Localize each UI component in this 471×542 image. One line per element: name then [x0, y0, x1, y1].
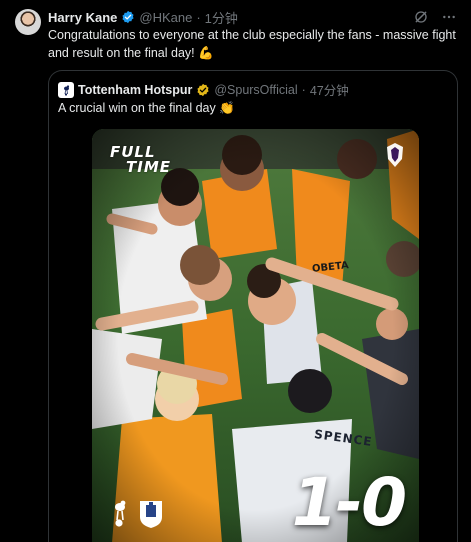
cockerel-icon — [64, 84, 70, 96]
verified-gold-badge-icon[interactable] — [196, 83, 210, 97]
tweet[interactable]: Harry Kane @HKane · 1分钟 Congratulations — [0, 0, 471, 542]
verified-badge-icon[interactable] — [121, 10, 135, 24]
club-crests — [108, 497, 164, 529]
author-name[interactable]: Harry Kane — [48, 10, 117, 25]
tweet-timestamp[interactable]: 1分钟 — [205, 8, 238, 27]
spurs-avatar[interactable] — [58, 81, 74, 98]
more-icon[interactable] — [441, 9, 457, 25]
quoted-tweet-header: Tottenham Hotspur @SpursOfficial · 47分钟 — [58, 80, 349, 99]
quoted-separator-dot: · — [301, 82, 306, 97]
grok-icon[interactable] — [413, 9, 429, 25]
tweet-header: Harry Kane @HKane · 1分钟 — [48, 8, 238, 26]
tottenham-crest-icon — [115, 500, 126, 527]
tweet-text: Congratulations to everyone at the club … — [48, 28, 456, 60]
everton-crest-icon — [140, 501, 162, 528]
quoted-timestamp[interactable]: 47分钟 — [310, 80, 349, 99]
tweet-actions-top — [413, 9, 457, 25]
author-handle[interactable]: @HKane — [139, 10, 192, 25]
quoted-author-handle[interactable]: @SpursOfficial — [214, 83, 297, 97]
full-time-graphic: FULL TIME — [110, 145, 171, 175]
match-score: 1-0 — [291, 464, 407, 541]
premier-league-logo — [383, 141, 407, 169]
quoted-tweet-text: A crucial win on the final day 👏 — [58, 101, 235, 115]
quoted-tweet-image[interactable]: FULL TIME OBETA SPENCE 1-0 — [92, 129, 419, 542]
author-avatar[interactable] — [15, 9, 41, 35]
quoted-tweet[interactable]: Tottenham Hotspur @SpursOfficial · 47分钟 … — [48, 70, 458, 542]
full-time-line2: TIME — [126, 158, 171, 176]
quoted-author-name[interactable]: Tottenham Hotspur — [78, 83, 192, 97]
separator-dot: · — [196, 9, 201, 25]
